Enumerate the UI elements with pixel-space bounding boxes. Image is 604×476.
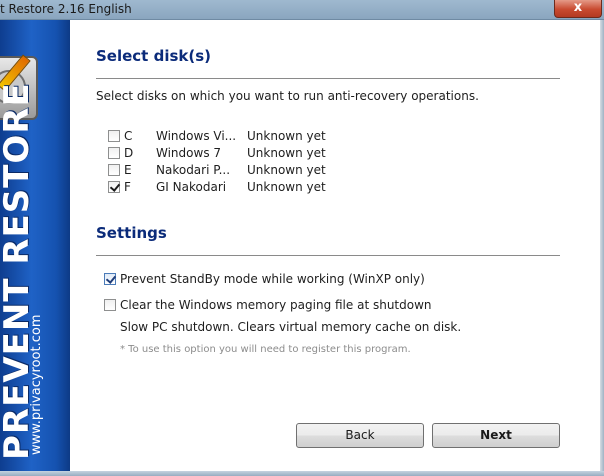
disk-row-d[interactable]: D Windows 7 Unknown yet (108, 145, 408, 162)
disk-checkbox-f[interactable] (108, 181, 120, 193)
disk-letter: C (124, 129, 133, 143)
disk-status: Unknown yet (247, 163, 326, 177)
prevent-standby-label: Prevent StandBy mode while working (WinX… (120, 272, 425, 286)
window-frame-bottom (0, 471, 604, 476)
settings-heading: Settings (96, 224, 167, 242)
prevent-standby-checkbox[interactable] (104, 273, 116, 285)
disk-status: Unknown yet (247, 180, 326, 194)
title-bar: t Restore 2.16 English x (0, 0, 604, 20)
side-banner: PREVENT RESTORE www.privacyroot.com (0, 20, 70, 471)
clear-paging-note: Slow PC shutdown. Clears virtual memory … (120, 320, 462, 334)
select-disks-heading: Select disk(s) (96, 47, 211, 65)
disk-checkbox-e[interactable] (108, 164, 120, 176)
close-icon: x (573, 0, 583, 15)
disk-status: Unknown yet (247, 129, 326, 143)
select-disks-description: Select disks on which you want to run an… (96, 89, 479, 103)
disk-label: GI Nakodari (156, 180, 227, 194)
disk-letter: D (124, 146, 134, 160)
divider (96, 255, 560, 256)
disk-list: C Windows Vi... Unknown yet D Windows 7 … (108, 128, 408, 196)
window-title: t Restore 2.16 English (0, 2, 132, 16)
back-button[interactable]: Back (296, 423, 424, 448)
next-button[interactable]: Next (432, 423, 560, 448)
disk-label: Windows 7 (156, 146, 222, 160)
close-button[interactable]: x (554, 0, 602, 18)
disk-row-e[interactable]: E Nakodari P... Unknown yet (108, 162, 408, 179)
website-text: www.privacyroot.com (29, 314, 44, 455)
disk-label: Windows Vi... (156, 129, 237, 143)
disk-checkbox-c[interactable] (108, 130, 120, 142)
disk-row-c[interactable]: C Windows Vi... Unknown yet (108, 128, 408, 145)
register-note: * To use this option you will need to re… (120, 344, 411, 355)
clear-paging-label: Clear the Windows memory paging file at … (120, 298, 432, 312)
disk-letter: E (124, 163, 132, 177)
window-frame-right (600, 20, 604, 476)
clear-paging-checkbox[interactable] (104, 299, 116, 311)
disk-row-f[interactable]: F GI Nakodari Unknown yet (108, 179, 408, 196)
disk-checkbox-d[interactable] (108, 147, 120, 159)
disk-letter: F (124, 180, 131, 194)
disk-label: Nakodari P... (156, 163, 231, 177)
divider (96, 78, 560, 79)
disk-status: Unknown yet (247, 146, 326, 160)
